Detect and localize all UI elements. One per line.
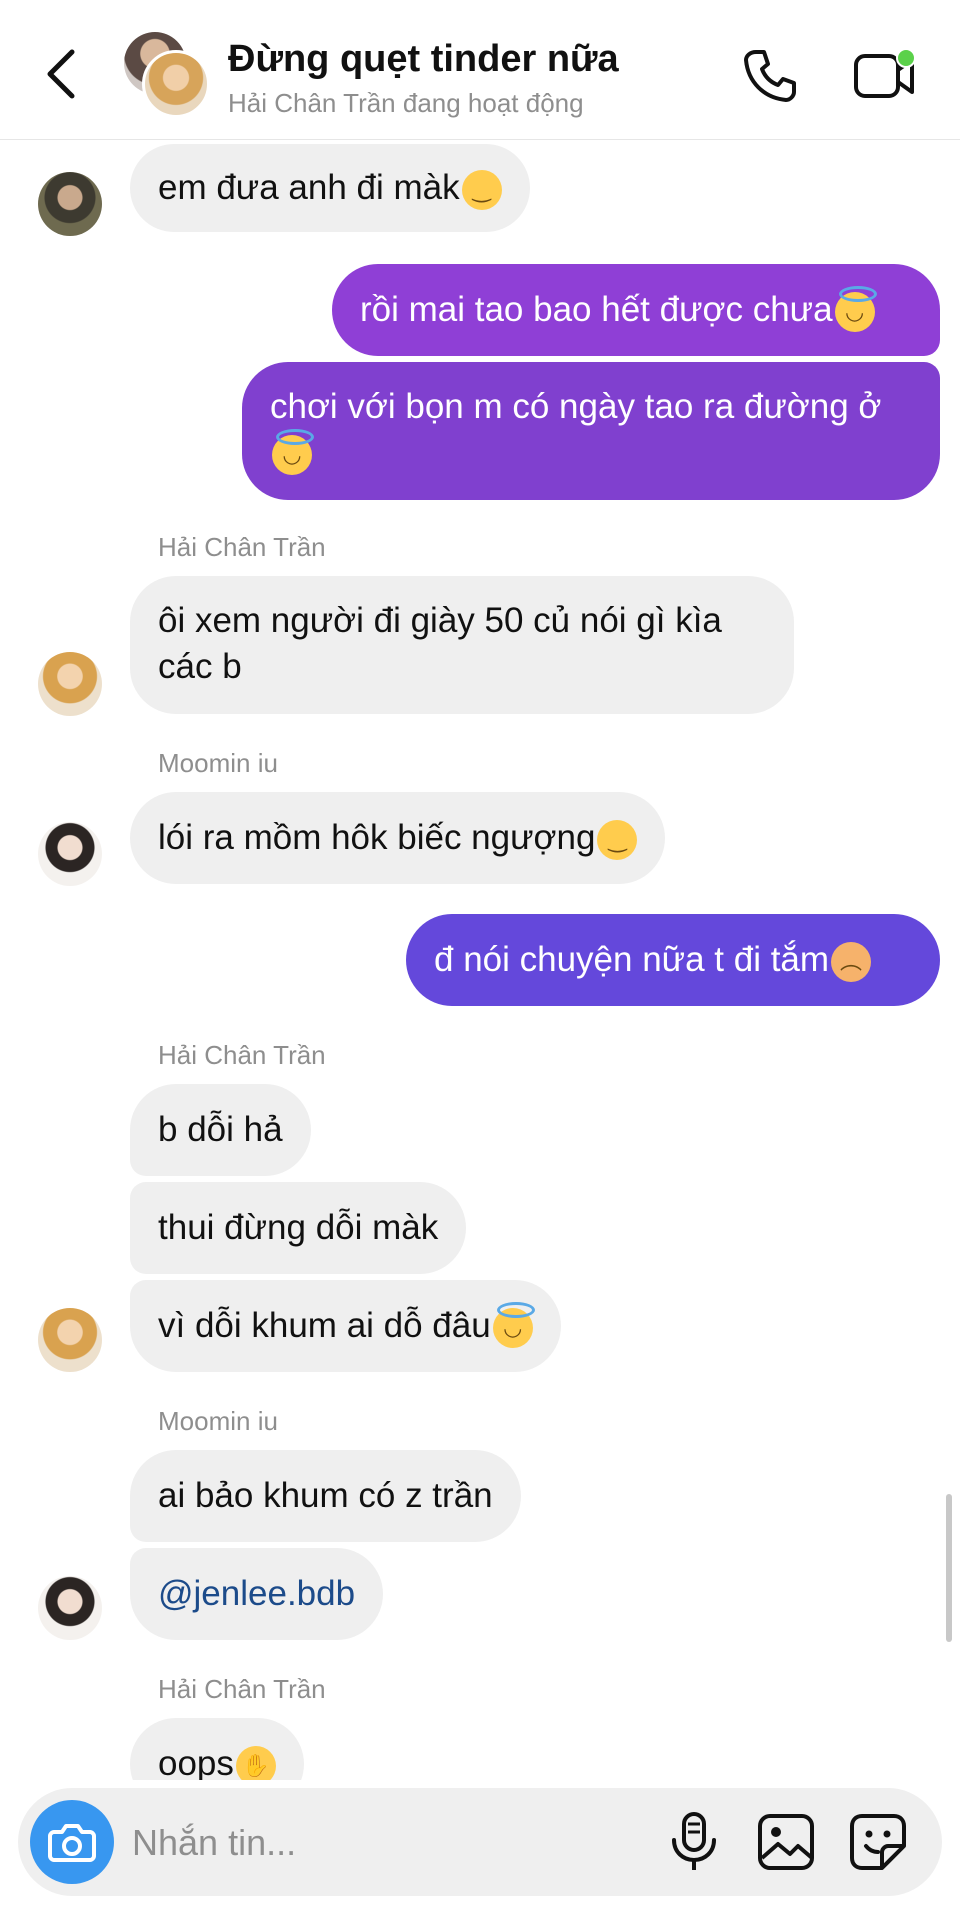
sender-name: Hải Chân Trần	[158, 1674, 326, 1704]
halo-smile-emoji-icon: ◡	[492, 1301, 535, 1348]
message-bubble[interactable]: @jenlee.bdb	[130, 1548, 384, 1640]
message-bubble[interactable]: thui đừng dỗi màk	[130, 1182, 467, 1274]
gallery-button[interactable]	[756, 1812, 816, 1872]
member-avatar	[142, 50, 210, 118]
message-text: oops	[158, 1744, 234, 1780]
halo-smile-emoji-icon: ◡	[272, 428, 314, 475]
disappointed-emoji-icon: ‿	[597, 819, 638, 860]
message-bubble[interactable]: lói ra mồm hôk biếc ngượng ‿	[130, 792, 666, 884]
sticker-button[interactable]	[848, 1812, 908, 1872]
message-text: đ nói chuyện nữa t đi tắm	[434, 940, 830, 979]
phone-icon	[744, 50, 796, 102]
message-bubble[interactable]: em đưa anh đi màk ‿	[130, 144, 530, 232]
voice-message-button[interactable]	[666, 1810, 722, 1874]
message-bubble-outgoing[interactable]: chơi với bọn m có ngày tao ra đường ở ◡	[242, 362, 940, 500]
message-bubble-outgoing[interactable]: rồi mai tao bao hết được chưa ◡	[332, 264, 940, 356]
sender-avatar[interactable]	[38, 1576, 102, 1640]
sender-avatar[interactable]	[38, 1308, 102, 1372]
sender-name: Moomin iu	[158, 748, 278, 778]
message-list[interactable]: em đưa anh đi màk ‿ rồi mai tao bao hết đ…	[0, 140, 960, 1780]
message-text-line: ôi xem người đi giày 50 củ nói gì kìa	[158, 601, 722, 640]
sender-avatar[interactable]	[38, 822, 102, 886]
angry-emoji-icon: ︵	[831, 941, 872, 982]
scrollbar[interactable]	[946, 1494, 952, 1642]
message-input[interactable]	[130, 1812, 654, 1874]
message-composer	[18, 1788, 942, 1896]
chat-title[interactable]: Đừng quẹt tinder nữa	[228, 38, 619, 81]
camera-button[interactable]	[30, 1800, 114, 1884]
message-text: lói ra mồm hôk biếc ngượng	[158, 818, 596, 857]
message-bubble[interactable]: ai bảo khum có z trần	[130, 1450, 521, 1542]
halo-smile-emoji-icon: ◡	[834, 285, 877, 332]
active-status: Hải Chân Trần đang hoạt động	[228, 88, 584, 118]
message-text-line: các b	[158, 647, 242, 686]
message-bubble[interactable]: vì dỗi khum ai dỗ đâu ◡	[130, 1280, 561, 1372]
message-text: ai bảo khum có z trần	[158, 1476, 493, 1515]
mention-link[interactable]: @jenlee.bdb	[158, 1574, 355, 1613]
message-text: chơi với bọn m có ngày tao ra đường ở	[270, 387, 882, 426]
sender-name: Hải Chân Trần	[158, 532, 326, 562]
gallery-icon	[758, 1814, 814, 1870]
sender-name: Moomin iu	[158, 1406, 278, 1436]
message-bubble-outgoing[interactable]: đ nói chuyện nữa t đi tắm ︵	[406, 914, 940, 1006]
message-bubble[interactable]: oops ✋	[130, 1718, 304, 1780]
back-button[interactable]	[40, 44, 84, 104]
message-text: vì dỗi khum ai dỗ đâu	[158, 1306, 491, 1345]
message-bubble[interactable]: ôi xem người đi giày 50 củ nói gì kìa cá…	[130, 576, 794, 714]
online-indicator	[896, 48, 916, 68]
message-text: thui đừng dỗi màk	[158, 1208, 439, 1247]
camera-icon	[48, 1824, 96, 1862]
disappointed-emoji-icon: ‿	[461, 169, 502, 210]
microphone-icon	[672, 1812, 716, 1870]
sender-avatar[interactable]	[38, 652, 102, 716]
sender-name: Hải Chân Trần	[158, 1040, 326, 1070]
message-text: em đưa anh đi màk	[158, 168, 460, 207]
sticker-icon	[850, 1814, 906, 1870]
message-text: b dỗi hả	[158, 1110, 283, 1149]
message-bubble[interactable]: b dỗi hả	[130, 1084, 311, 1176]
call-button[interactable]	[740, 46, 800, 106]
chevron-left-icon	[47, 49, 75, 99]
sender-avatar[interactable]	[38, 172, 102, 236]
message-text: rồi mai tao bao hết được chưa	[360, 290, 833, 329]
group-avatar[interactable]	[124, 32, 210, 118]
chat-header: Đừng quẹt tinder nữa Hải Chân Trần đang …	[0, 0, 960, 140]
hand-over-mouth-emoji-icon: ✋	[235, 1745, 276, 1780]
